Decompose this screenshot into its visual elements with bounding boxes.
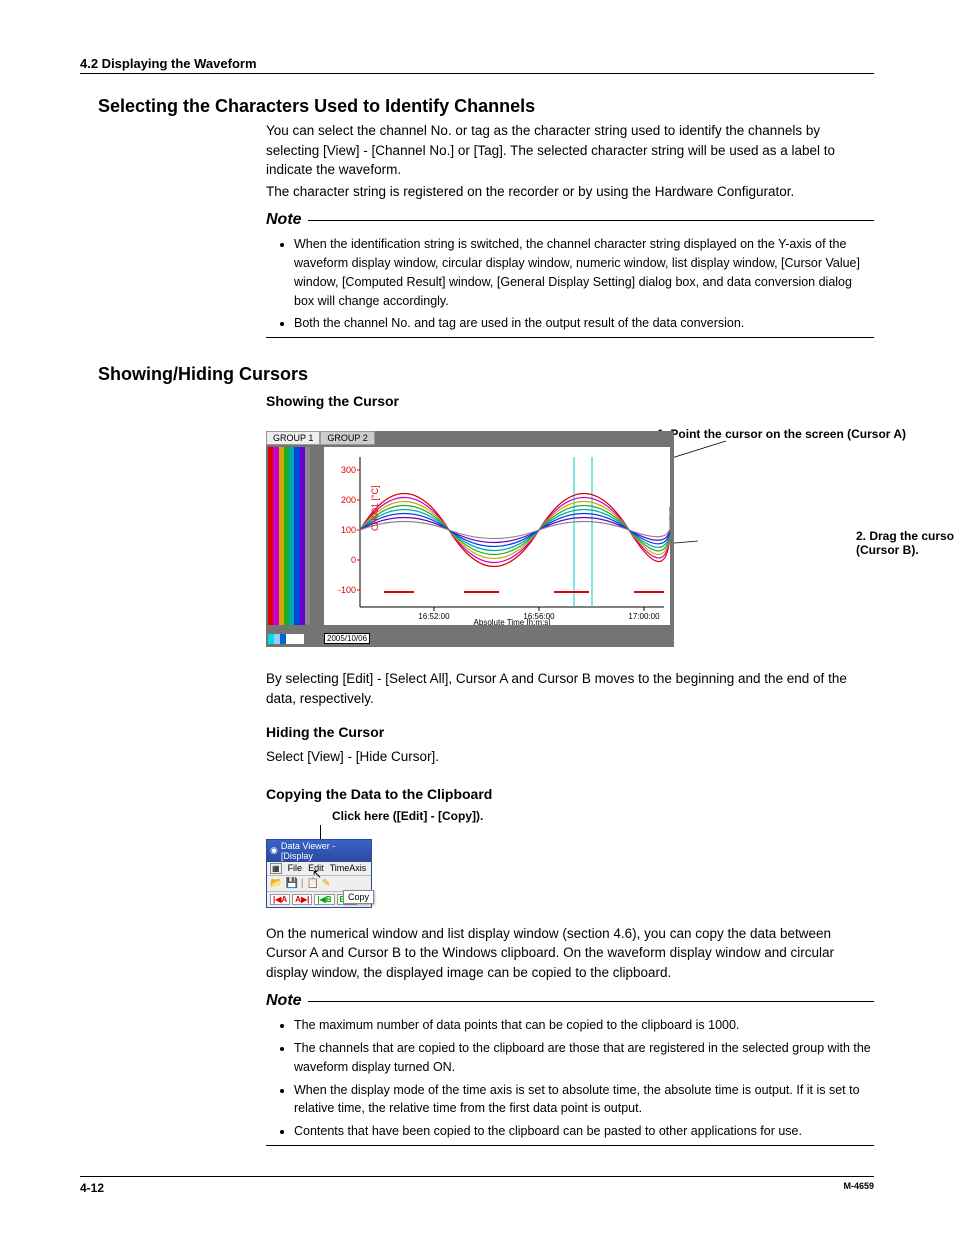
note-item: The maximum number of data points that c… [294,1016,874,1035]
cursor-prev-b[interactable]: |◀B [314,894,334,905]
heading-showing-hiding-cursors: Showing/Hiding Cursors [98,364,874,385]
heading-selecting-characters: Selecting the Characters Used to Identif… [98,96,874,117]
save-icon[interactable]: 💾 [285,878,297,889]
callout-leader [320,825,321,839]
paragraph: The character string is registered on th… [266,182,874,202]
callout-cursor-b-line2: (Cursor B). [856,543,954,557]
tab-group-2[interactable]: GROUP 2 [320,431,374,445]
menu-file[interactable]: File [288,863,303,874]
cursor-pointer-icon: ↖ [312,867,322,881]
y-axis-label: CH001 [°C] [370,486,380,532]
channel-chips [268,634,304,644]
edit-copy-illustration: Click here ([Edit] - [Copy]). ◉ Data Vie… [266,809,372,908]
note-label: Note [266,992,302,1010]
channel-color-strip [268,447,310,625]
paragraph: By selecting [Edit] - [Select All], Curs… [266,669,874,708]
note-block: Note When the identification string is s… [266,211,874,338]
note-item: Contents that have been copied to the cl… [294,1122,874,1141]
subheading-copying-clipboard: Copying the Data to the Clipboard [266,784,874,804]
paragraph: Select [View] - [Hide Cursor]. [266,747,874,767]
note-end-rule [266,1145,874,1146]
note-label: Note [266,211,302,229]
note-end-rule [266,337,874,338]
callout-cursor-b-line1: 2. Drag the cursor [856,529,954,543]
app-icon: ◉ [270,845,278,856]
manual-number: M-4659 [843,1181,874,1195]
note-item: When the display mode of the time axis i… [294,1081,874,1119]
copy-callout: Click here ([Edit] - [Copy]). [332,809,372,823]
page-footer: 4-12 M-4659 [80,1176,874,1195]
page-number: 4-12 [80,1181,104,1195]
mini-title-text: Data Viewer - [Display [281,841,368,861]
waveform-illustration: 1. Point the cursor on the screen (Curso… [266,431,846,647]
copy-tooltip: Copy [343,890,374,904]
waveform-window: GROUP 1 GROUP 2 300 200 100 [266,431,674,647]
running-header: 4.2 Displaying the Waveform [80,56,874,74]
tab-group-1[interactable]: GROUP 1 [266,431,320,445]
open-icon[interactable]: 📂 [270,878,282,889]
paragraph: You can select the channel No. or tag as… [266,121,874,180]
body-text: You can select the channel No. or tag as… [266,121,874,201]
mini-titlebar: ◉ Data Viewer - [Display [267,840,371,862]
page: 4.2 Displaying the Waveform Selecting th… [0,0,954,1235]
note-item: The channels that are copied to the clip… [294,1039,874,1077]
window-icon: ▦ [270,863,282,874]
subheading-showing-cursor: Showing the Cursor [266,391,874,411]
note-block: Note The maximum number of data points t… [266,992,874,1146]
note-item: When the identification string is switch… [294,235,874,310]
note-rule [308,220,874,221]
note-item: Both the channel No. and tag are used in… [294,314,874,333]
cursor-next-a[interactable]: A▶| [292,894,312,905]
menu-timeaxis[interactable]: TimeAxis [330,863,367,874]
waveform-plot[interactable]: 300 200 100 0 -100 16:52:00 [324,447,670,625]
note-rule [308,1001,874,1002]
date-indicator: 2005/10/06 [324,633,370,644]
subheading-hiding-cursor: Hiding the Cursor [266,722,874,742]
cursor-prev-a[interactable]: |◀A [270,894,290,905]
paragraph: On the numerical window and list display… [266,924,874,983]
paste-icon[interactable]: ✎ [322,878,330,889]
